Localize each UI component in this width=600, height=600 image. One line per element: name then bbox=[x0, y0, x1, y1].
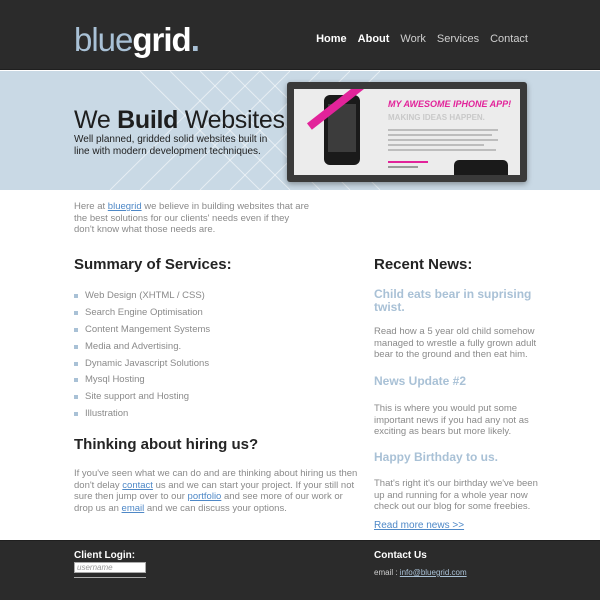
iphone-image-2 bbox=[454, 160, 508, 175]
portfolio-screenshot[interactable]: MY AWESOME IPHONE APP! MAKING IDEAS HAPP… bbox=[287, 82, 527, 182]
screenshot-canvas: MY AWESOME IPHONE APP! MAKING IDEAS HAPP… bbox=[294, 89, 520, 175]
hero-title: We Build Websites bbox=[74, 106, 285, 134]
logo-part-blue: blue bbox=[74, 21, 133, 58]
news-body: This is where you would put some importa… bbox=[374, 403, 529, 437]
site-header: bluegrid. Home About Work Services Conta… bbox=[0, 0, 600, 70]
hero-banner: We Build Websites Well planned, gridded … bbox=[0, 71, 600, 190]
list-item: Search Engine Optimisation bbox=[74, 307, 210, 324]
news-title[interactable]: Happy Birthday to us. bbox=[374, 451, 544, 464]
news-title[interactable]: News Update #2 bbox=[374, 375, 544, 388]
services-heading: Summary of Services: bbox=[74, 256, 232, 273]
site-footer: Client Login: username Contact Us email … bbox=[0, 540, 600, 600]
nav-home[interactable]: Home bbox=[316, 33, 347, 45]
nav-services[interactable]: Services bbox=[437, 33, 479, 45]
portfolio-link[interactable]: portfolio bbox=[188, 491, 222, 502]
news-body: Read how a 5 year old child somehow mana… bbox=[374, 326, 537, 360]
list-item: Mysql Hosting bbox=[74, 374, 210, 391]
services-list: Web Design (XHTML / CSS) Search Engine O… bbox=[74, 290, 210, 425]
nav-contact[interactable]: Contact bbox=[490, 33, 528, 45]
contact-link[interactable]: contact bbox=[122, 480, 153, 491]
hire-heading: Thinking about hiring us? bbox=[74, 436, 259, 453]
email-address-link[interactable]: info@bluegrid.com bbox=[400, 568, 467, 577]
bluegrid-link[interactable]: bluegrid bbox=[108, 201, 142, 212]
hero-subtitle: Well planned, gridded solid websites bui… bbox=[74, 134, 268, 157]
intro-text: Here at bluegrid we believe in building … bbox=[74, 201, 310, 235]
app-subtitle: MAKING IDEAS HAPPEN. bbox=[388, 113, 485, 122]
list-item: Dynamic Javascript Solutions bbox=[74, 358, 210, 375]
username-input[interactable]: username bbox=[74, 562, 146, 573]
main-nav: Home About Work Services Contact bbox=[305, 33, 528, 45]
list-item: Site support and Hosting bbox=[74, 391, 210, 408]
password-input[interactable] bbox=[74, 577, 146, 583]
logo-part-grid: grid bbox=[132, 21, 191, 58]
list-item: Web Design (XHTML / CSS) bbox=[74, 290, 210, 307]
news-title[interactable]: Child eats bear in suprising twist. bbox=[374, 288, 544, 314]
logo-dot: . bbox=[190, 21, 200, 58]
nav-work[interactable]: Work bbox=[400, 33, 425, 45]
list-item: Illustration bbox=[74, 408, 210, 425]
email-link[interactable]: email bbox=[122, 503, 145, 514]
app-title: MY AWESOME IPHONE APP! bbox=[388, 99, 512, 109]
nav-about[interactable]: About bbox=[358, 33, 390, 45]
list-item: Media and Advertising. bbox=[74, 341, 210, 358]
read-more-link[interactable]: Read more news >> bbox=[374, 520, 464, 531]
contact-heading: Contact Us bbox=[374, 550, 427, 561]
news-body: That's right it's our birthday we've bee… bbox=[374, 478, 538, 512]
contact-email: email : info@bluegrid.com bbox=[374, 568, 467, 577]
client-login-heading: Client Login: bbox=[74, 550, 136, 561]
list-item: Content Mangement Systems bbox=[74, 324, 210, 341]
logo[interactable]: bluegrid. bbox=[74, 21, 200, 58]
news-heading: Recent News: bbox=[374, 256, 473, 273]
hire-text: If you've seen what we can do and are th… bbox=[74, 468, 358, 514]
